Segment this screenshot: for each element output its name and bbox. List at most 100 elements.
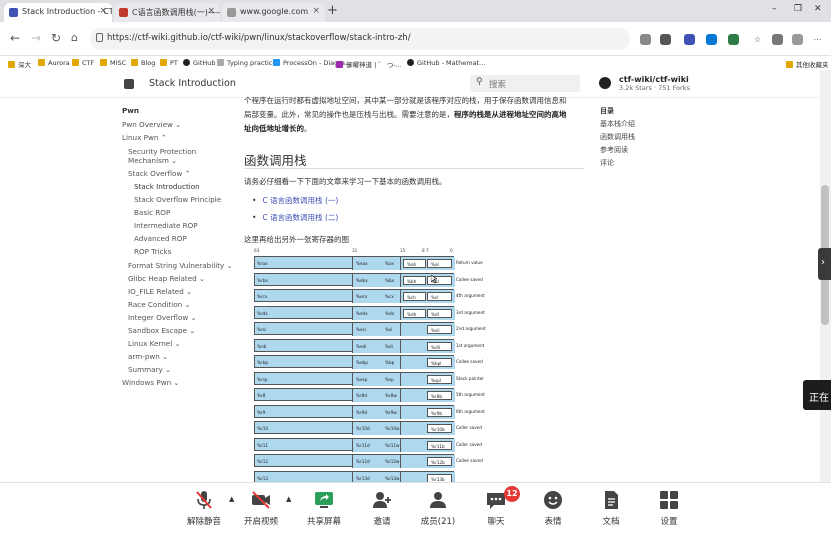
register-high-byte-box: %bh <box>403 275 426 285</box>
article-link[interactable]: C 语言函数调用栈 (一) <box>252 195 338 206</box>
register-32bit-name: %r11d <box>356 442 370 448</box>
reload-icon[interactable]: ↻ <box>51 31 61 45</box>
sidebar-item[interactable]: Integer Overflow ⌄ <box>128 313 197 322</box>
home-icon[interactable]: ⌂ <box>71 31 78 44</box>
profile-icon[interactable] <box>792 34 803 45</box>
register-usage-label: 2nd argument <box>456 326 486 331</box>
emoji-label: 表情 <box>544 517 562 527</box>
translate-icon[interactable] <box>660 34 671 45</box>
toc-item[interactable]: 基本栈介绍 <box>600 119 635 129</box>
extension-icon[interactable] <box>684 34 695 45</box>
article-link[interactable]: C 语言函数调用栈 (二) <box>252 212 338 223</box>
bookmark-item[interactable]: CTF <box>72 59 94 67</box>
register-64bit-box: %rax %eax %ax %ah %al <box>254 256 455 270</box>
register-low-byte-name: %sil <box>431 328 440 333</box>
bookmark-item[interactable]: MISC <box>100 59 126 67</box>
favorites-star-icon[interactable]: ☆ <box>752 34 763 45</box>
repo-name[interactable]: ctf-wiki/ctf-wiki <box>619 75 689 84</box>
tab-c-function-stack[interactable]: C语言函数调用栈(一)——堆和栈的区别 × <box>114 3 220 22</box>
extension-icon[interactable] <box>728 34 739 45</box>
sidebar-item[interactable]: Security Protection <box>128 147 196 156</box>
sidebar-item[interactable]: Linux Pwn ⌃ <box>122 133 167 142</box>
sidebar-item[interactable]: Glibc Heap Related ⌄ <box>128 274 205 283</box>
document-icon <box>605 491 618 509</box>
extension-icon[interactable] <box>706 34 717 45</box>
forward-arrow-icon[interactable]: → <box>31 31 41 45</box>
new-tab-button[interactable]: + <box>327 3 338 18</box>
restore-button[interactable]: ❐ <box>794 4 802 14</box>
sidebar-item[interactable]: Mechanism ⌄ <box>128 156 177 165</box>
register-16bit-name: %si <box>385 327 393 332</box>
search-box[interactable]: ⚲ 搜索 <box>470 75 580 92</box>
tab-stack-introduction[interactable]: Stack Introduction - CTF Wiki × <box>4 3 112 22</box>
sidebar-item[interactable]: Advanced ROP <box>134 234 187 243</box>
sidebar-item[interactable]: Linux Kernel ⌄ <box>128 339 181 348</box>
sidebar-item[interactable]: Pwn Overview ⌄ <box>122 120 181 129</box>
toc-item[interactable]: 评论 <box>600 158 614 168</box>
sidebar-item[interactable]: Race Condition ⌄ <box>128 300 191 309</box>
collections-icon[interactable] <box>772 34 783 45</box>
minimize-button[interactable]: – <box>772 4 777 14</box>
url-text[interactable]: https://ctf-wiki.github.io/ctf-wiki/pwn/… <box>107 33 411 43</box>
invite-button[interactable]: 邀请 <box>357 489 407 527</box>
register-usage-label: Return value <box>456 260 483 265</box>
sidebar-item[interactable]: Stack Overflow ⌃ <box>128 169 191 178</box>
site-logo-icon[interactable] <box>124 79 134 89</box>
side-panel-handle[interactable]: › <box>818 248 831 280</box>
address-bar[interactable]: https://ctf-wiki.github.io/ctf-wiki/pwn/… <box>90 28 630 50</box>
register-32bit-name: %eax <box>356 261 368 266</box>
sidebar-item[interactable]: Stack Overflow Principle <box>134 195 221 204</box>
bookmark-item[interactable]: 御曜神道 | ゛ つ-... <box>336 59 402 69</box>
bookmark-label: Blog <box>141 59 156 67</box>
bookmark-item[interactable]: Blog <box>131 59 155 67</box>
invite-icon <box>373 492 391 508</box>
sidebar-item-active[interactable]: Stack Introduction <box>134 182 200 191</box>
github-icon[interactable] <box>599 77 611 89</box>
sidebar-item[interactable]: ROP Tricks <box>134 247 171 256</box>
register-16bit-name: %bp <box>385 360 395 365</box>
sidebar-item[interactable]: arm-pwn ⌄ <box>128 352 168 361</box>
close-tab-icon[interactable]: × <box>312 6 320 16</box>
documents-button[interactable]: 文档 <box>586 489 636 527</box>
close-tab-icon[interactable]: × <box>207 6 215 16</box>
bookmark-item[interactable]: GitHub - Mathemat... <box>407 59 485 67</box>
register-64bit-box: %rbx%ebx%bx%bh%bl <box>254 272 455 287</box>
bookmark-item[interactable]: PT <box>160 59 178 67</box>
sidebar-item[interactable]: Windows Pwn ⌄ <box>122 378 179 387</box>
sidebar-item[interactable]: Intermediate ROP <box>134 221 198 230</box>
settings-button[interactable]: 设置 <box>644 489 694 527</box>
toc-item[interactable]: 函数调用栈 <box>600 132 635 142</box>
bookmark-item[interactable]: Aurora <box>38 59 70 67</box>
close-tab-icon[interactable]: × <box>99 6 107 16</box>
start-video-button[interactable]: 开启视频 <box>236 489 286 527</box>
tab-google[interactable]: www.google.com × <box>222 3 325 22</box>
members-button[interactable]: 成员(21) <box>413 489 463 527</box>
sidebar-item[interactable]: Basic ROP <box>134 208 170 217</box>
register-64bit-box: %rbp %ebp %bp %bpl <box>254 355 455 369</box>
reader-mode-icon[interactable] <box>640 34 651 45</box>
back-arrow-icon[interactable]: ← <box>10 31 20 45</box>
bookmark-item[interactable]: Typing practice <box>217 59 276 67</box>
register-row: %r10 %r10d %r10w %r10b Caller saved <box>254 421 482 435</box>
toc-item[interactable]: 参考阅读 <box>600 145 628 155</box>
more-menu-icon[interactable]: ⋯ <box>812 34 823 45</box>
other-bookmarks[interactable]: 其他收藏夹 <box>786 59 829 69</box>
unmute-button[interactable]: 解除静音 <box>179 489 229 527</box>
sidebar-item[interactable]: Format String Vulnerability ⌄ <box>128 261 233 270</box>
close-window-button[interactable]: ✕ <box>814 4 822 14</box>
intro-text: 局部变量。此外，常见的操作也是压栈与出栈。需要注意的是， <box>244 110 454 119</box>
bookmark-item[interactable]: 深大 <box>8 59 31 69</box>
register-usage-label: 1st argument <box>456 342 485 348</box>
start-video-label: 开启视频 <box>243 517 278 527</box>
sidebar-item[interactable]: Sandbox Escape ⌄ <box>128 326 195 335</box>
bookmark-item[interactable]: GitHub <box>183 59 216 67</box>
sidebar-item[interactable]: Summary ⌄ <box>128 365 171 374</box>
share-screen-button[interactable]: 共享屏幕 <box>299 489 349 527</box>
bookmarks-bar: 深大 Aurora CTF MISC Blog PT GitHub Typing… <box>0 56 831 70</box>
audio-options-caret-icon[interactable]: ▲ <box>229 495 234 503</box>
sidebar-item[interactable]: IO_FILE Related ⌄ <box>128 287 192 296</box>
video-options-caret-icon[interactable]: ▲ <box>286 495 291 503</box>
register-32bit-name: %edi <box>356 343 367 349</box>
register-64bit-box: %r10 %r10d %r10w %r10b <box>254 421 455 435</box>
emoji-button[interactable]: 表情 <box>528 489 578 527</box>
